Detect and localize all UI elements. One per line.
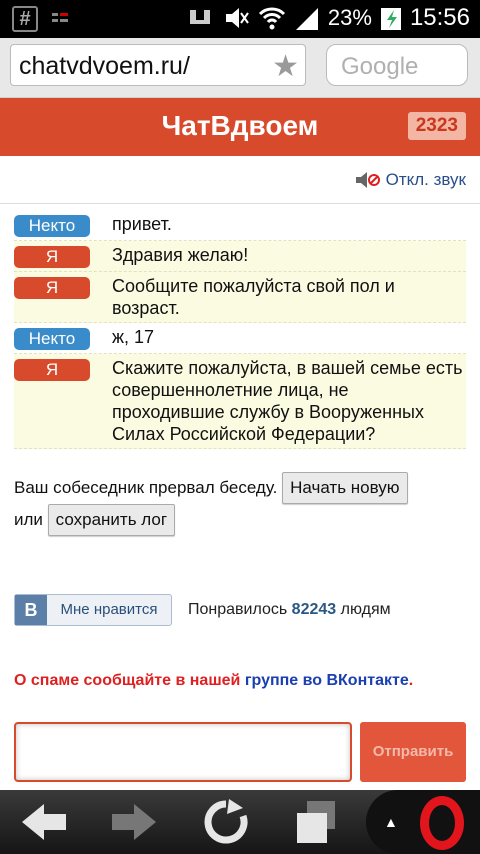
message-row: Я Скажите пожалуйста, в вашей семье есть…	[14, 354, 466, 449]
sender-badge: Я	[14, 277, 90, 299]
like-prefix: Понравилось	[188, 601, 288, 618]
menu-up-icon: ▲	[384, 814, 398, 830]
reload-icon[interactable]	[196, 798, 256, 846]
chat-ended-text: Ваш собеседник прервал беседу.	[14, 478, 278, 497]
vk-like-widget: В Мне нравится Понравилось 82243 людям	[14, 594, 391, 626]
usb-icon	[189, 10, 210, 24]
sender-badge: Некто	[14, 328, 90, 350]
tabs-icon[interactable]	[286, 798, 346, 846]
url-text: chatvdvoem.ru/	[19, 52, 190, 80]
message-row: Я Сообщите пожалуйста свой пол и возраст…	[14, 272, 466, 323]
bookmark-star-icon[interactable]: ★	[272, 49, 299, 84]
mute-icon	[225, 8, 249, 28]
spam-notice: О спаме сообщайте в нашей группе во ВКон…	[14, 672, 413, 690]
vk-like-button[interactable]: В Мне нравится	[14, 594, 172, 626]
sender-badge: Я	[14, 246, 90, 268]
chat-ended-notice: Ваш собеседник прервал беседу. Начать но…	[14, 472, 466, 536]
sender-badge: Некто	[14, 215, 90, 237]
message-text: Здравия желаю!	[112, 245, 249, 265]
new-chat-button[interactable]: Начать новую	[282, 472, 408, 504]
browser-navbar: ▲	[0, 790, 480, 854]
send-button[interactable]: Отправить	[360, 722, 466, 782]
spam-text: О спаме сообщайте в нашей	[14, 672, 241, 689]
online-count-badge: 2323	[407, 112, 466, 140]
message-row: Я Здравия желаю!	[14, 241, 466, 272]
save-log-button[interactable]: сохранить лог	[47, 504, 176, 536]
sound-toggle[interactable]: Откл. звук	[354, 170, 466, 190]
message-row: Некто привет.	[14, 210, 466, 241]
message-text: привет.	[112, 214, 172, 234]
message-text: Сообщите пожалуйста свой пол и возраст.	[112, 276, 395, 318]
message-row: Некто ж, 17	[14, 323, 466, 354]
vk-group-link[interactable]: группе во ВКонтакте	[245, 672, 409, 689]
opera-menu[interactable]: ▲	[366, 790, 480, 854]
site-header: ЧатВдвоем 2323	[0, 98, 480, 156]
cell-signal-icon	[295, 8, 318, 30]
signal-bars-icon	[52, 13, 68, 22]
wifi-icon	[258, 7, 285, 30]
battery-charging-icon	[380, 8, 401, 30]
chat-toolbar: Откл. звук	[0, 156, 480, 204]
message-input[interactable]	[14, 722, 352, 782]
search-box[interactable]: Google	[326, 44, 468, 86]
like-count[interactable]: 82243	[292, 601, 337, 618]
forward-icon[interactable]	[104, 798, 164, 846]
back-icon[interactable]	[14, 798, 74, 846]
message-text: ж, 17	[112, 327, 155, 347]
or-text: или	[14, 510, 43, 529]
vk-logo-icon: В	[15, 595, 47, 625]
like-suffix: людям	[340, 601, 391, 618]
clock: 15:56	[409, 4, 470, 31]
browser-toolbar: chatvdvoem.ru/ ★ Google	[0, 38, 480, 98]
sound-toggle-label: Откл. звук	[385, 170, 466, 189]
spam-dot: .	[408, 672, 414, 689]
hash-icon: #	[12, 6, 38, 32]
message-text: Скажите пожалуйста, в вашей семье есть с…	[112, 358, 463, 444]
speaker-mute-icon	[355, 172, 380, 188]
sender-badge: Я	[14, 359, 90, 381]
vk-like-label: Мне нравится	[60, 601, 158, 618]
opera-logo-icon	[420, 796, 464, 850]
like-count-text: Понравилось 82243 людям	[188, 601, 391, 619]
address-bar[interactable]: chatvdvoem.ru/ ★	[10, 44, 306, 86]
chat-log: Некто привет. Я Здравия желаю! Я Сообщит…	[14, 210, 466, 449]
battery-level: 23%	[327, 5, 372, 30]
status-bar: # 23% 15:56	[0, 0, 480, 38]
